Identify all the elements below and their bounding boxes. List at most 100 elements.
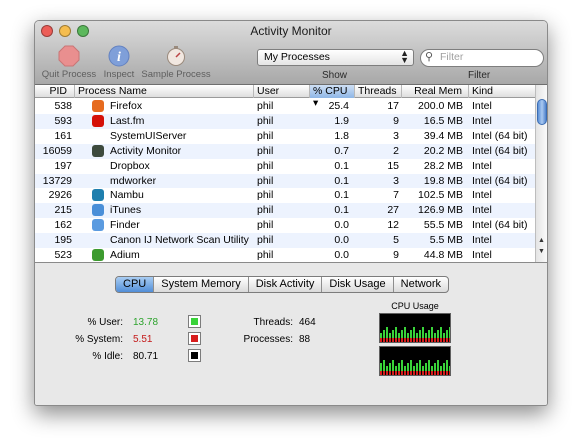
idle-color-swatch[interactable] <box>188 349 201 362</box>
table-row[interactable]: 161 SystemUIServer phil 1.8 3 39.4 MB Intel (6… <box>35 129 535 144</box>
threads-cell: 17 <box>387 100 399 112</box>
table-row[interactable]: 593 Last.fm phil 1.9 9 16.5 MB Intel <box>35 113 535 129</box>
inspect-button[interactable]: i Inspect <box>101 45 137 80</box>
table-row[interactable]: 197 Dropbox phil 0.1 15 28.2 MB Intel <box>35 159 535 174</box>
kind-cell: Intel <box>472 114 492 127</box>
tab-disk-usage[interactable]: Disk Usage <box>322 277 394 292</box>
user-color-swatch[interactable] <box>188 315 201 328</box>
threads-cell: 2 <box>393 144 399 157</box>
filter-placeholder: Filter <box>440 51 464 63</box>
column-header-cpu[interactable]: % CPU ▾ <box>310 85 355 109</box>
scroll-down-arrow-icon[interactable]: ▼ <box>538 248 545 255</box>
cpu-user-bar <box>416 333 418 338</box>
cpu-system-bar <box>401 338 403 342</box>
cpu-user-bar <box>380 333 382 338</box>
process-name-cell: Last.fm <box>110 114 145 127</box>
table-row[interactable]: 16059 Activity Monitor phil 0.7 2 20.2 MB Inte… <box>35 143 535 159</box>
user-cell: phil <box>257 189 274 202</box>
cpu-system-bar <box>413 371 415 375</box>
column-header-pid[interactable]: PID <box>35 85 75 98</box>
cpu-user-bar <box>386 327 388 338</box>
threads-cell: 5 <box>393 234 399 247</box>
cpu-user-bar <box>389 333 391 338</box>
column-header-process-name[interactable]: Process Name <box>75 85 254 98</box>
filter-search-field[interactable]: ⚲ Filter <box>420 49 544 67</box>
table-row[interactable]: 538 Firefox phil 25.4 17 200.0 MB Intel <box>35 99 535 114</box>
scroll-up-arrow-icon[interactable]: ▲ <box>538 237 545 244</box>
user-label: % User: <box>87 317 123 328</box>
activity-monitor-icon <box>92 144 104 157</box>
cpu-cell: 0.0 <box>334 249 349 261</box>
system-label: % System: <box>75 334 123 345</box>
table-row[interactable]: 13729 mdworker phil 0.1 3 19.8 MB Intel (64 bi… <box>35 173 535 189</box>
table-row[interactable]: 162 Finder phil 0.0 12 55.5 MB Intel (64 bit) <box>35 218 535 233</box>
pid-cell: 162 <box>54 219 72 232</box>
cpu-system-bar <box>416 338 418 342</box>
nambu-icon <box>92 189 104 202</box>
table-row[interactable]: 215 iTunes phil 0.1 27 126.9 MB Intel <box>35 203 535 219</box>
adium-icon <box>92 249 104 261</box>
cpu-system-bar <box>437 338 439 342</box>
real-mem-cell: 28.2 MB <box>423 159 463 172</box>
cpu-user-bar <box>380 363 382 371</box>
column-header-real-mem[interactable]: Real Mem <box>402 85 469 98</box>
column-header-kind[interactable]: Kind <box>469 85 535 98</box>
cpu-user-bar <box>407 363 409 371</box>
threads-value: 464 <box>299 317 316 328</box>
table-header: PID Process Name User % CPU ▾ Threads Re… <box>35 85 535 109</box>
stop-sign-icon <box>58 45 80 67</box>
sample-process-label: Sample Process <box>141 69 211 80</box>
cpu-system-bar <box>434 371 436 375</box>
cpu-system-bar <box>443 371 445 375</box>
cpu-system-bar <box>419 371 421 375</box>
cpu-system-bar <box>437 371 439 375</box>
cpu-system-bar <box>446 371 448 375</box>
process-name-cell: Finder <box>110 219 140 232</box>
tab-disk-activity[interactable]: Disk Activity <box>249 277 323 292</box>
cpu-user-bar <box>386 366 388 371</box>
cpu-user-bar <box>398 363 400 371</box>
cpu-system-bar <box>431 338 433 342</box>
user-cell: phil <box>257 144 274 157</box>
column-header-threads[interactable]: Threads <box>355 85 402 98</box>
cpu-user-bar <box>392 360 394 371</box>
pid-cell: 593 <box>54 114 72 127</box>
tab-cpu[interactable]: CPU <box>116 277 155 292</box>
real-mem-cell: 55.5 MB <box>423 219 463 232</box>
real-mem-cell: 200.0 MB <box>418 100 463 112</box>
finder-icon <box>92 219 104 232</box>
pid-cell: 2926 <box>48 189 72 202</box>
cpu-cell: 0.1 <box>334 204 349 217</box>
pid-cell: 538 <box>54 100 72 112</box>
cpu-cell: 1.8 <box>334 129 349 142</box>
cpu-user-bar <box>443 333 445 338</box>
process-filter-popup[interactable]: My Processes ▲ ▼ <box>257 49 414 66</box>
table-scrollbar[interactable]: ▲ ▼ <box>535 85 547 262</box>
cpu-usage-graph-core-2 <box>379 346 451 376</box>
system-color-swatch[interactable] <box>188 332 201 345</box>
kind-cell: Intel (64 bit) <box>472 129 528 142</box>
tab-network[interactable]: Network <box>394 277 448 292</box>
cpu-system-bar <box>401 371 403 375</box>
scrollbar-thumb[interactable] <box>537 99 547 125</box>
cpu-system-bar <box>428 371 430 375</box>
cpu-user-bar <box>401 330 403 338</box>
cpu-system-bar <box>407 371 409 375</box>
table-row[interactable]: 523 Adium phil 0.0 9 44.8 MB Intel <box>35 248 535 263</box>
cpu-system-bar <box>443 338 445 342</box>
real-mem-cell: 5.5 MB <box>429 234 463 247</box>
cpu-cell: 0.0 <box>334 234 349 247</box>
sample-process-button[interactable]: Sample Process <box>140 45 212 80</box>
cpu-cell: 25.4 <box>328 100 349 112</box>
cpu-system-bar <box>389 371 391 375</box>
cpu-user-bar <box>410 330 412 338</box>
cpu-cell: 1.9 <box>334 114 349 127</box>
column-header-user[interactable]: User <box>254 85 310 98</box>
quit-process-button[interactable]: Quit Process <box>39 45 99 80</box>
table-row[interactable]: 2926 Nambu phil 0.1 7 102.5 MB Intel <box>35 188 535 203</box>
real-mem-cell: 126.9 MB <box>418 204 463 217</box>
cpu-system-bar <box>425 371 427 375</box>
tab-system-memory[interactable]: System Memory <box>154 277 249 292</box>
table-row[interactable]: 195 Canon IJ Network Scan Utility phil 0.0 5… <box>35 233 535 248</box>
user-cell: phil <box>257 234 274 247</box>
